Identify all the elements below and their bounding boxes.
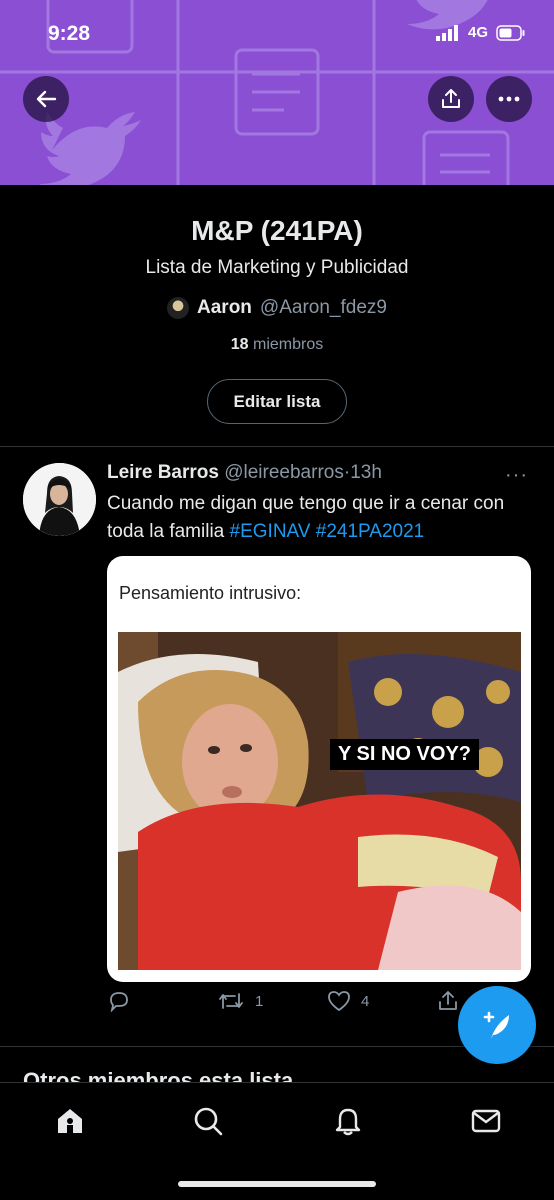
header-divider — [0, 446, 554, 447]
search-icon — [194, 1107, 223, 1136]
retweet-count: 1 — [255, 992, 264, 1010]
home-indicator[interactable] — [178, 1181, 376, 1187]
hashtag-link[interactable]: #241PA2021 — [316, 521, 424, 542]
share-button[interactable] — [428, 76, 474, 122]
section-peek-text: Otros miembros esta lista — [23, 1068, 294, 1082]
status-bar: 9:28 4G — [0, 0, 554, 70]
more-icon — [498, 96, 520, 102]
owner-avatar[interactable] — [167, 297, 190, 319]
like-icon — [328, 991, 350, 1012]
more-options-button[interactable] — [486, 76, 532, 122]
list-description: Lista de Marketing y Publicidad — [145, 257, 409, 278]
nav-search[interactable] — [188, 1101, 228, 1141]
tweet-media[interactable]: Pensamiento intrusivo: Y SI NO VOY? — [107, 556, 531, 982]
tweet-author-avatar[interactable] — [23, 463, 96, 536]
reply-icon — [110, 992, 128, 1012]
tweet-text: Cuando me digan que tengo que ir a cenar… — [107, 490, 527, 546]
compose-tweet-button[interactable] — [458, 986, 536, 1064]
tweet-more-button[interactable]: ··· — [505, 464, 528, 487]
meme-illustration — [118, 632, 521, 970]
battery-icon — [496, 24, 525, 41]
tweet-author-handle[interactable]: @leireebarros — [224, 462, 344, 483]
reply-button[interactable] — [107, 990, 141, 1012]
list-title: M&P (241PA) — [191, 215, 363, 246]
notifications-icon — [335, 1108, 361, 1136]
share-icon — [439, 991, 457, 1010]
signal-icon — [435, 24, 458, 41]
list-header: M&P (241PA) Lista de Marketing y Publici… — [0, 185, 554, 447]
nav-home[interactable] — [50, 1101, 90, 1141]
owner-name[interactable]: Aaron — [197, 297, 252, 319]
list-owner[interactable]: Aaron @Aaron_fdez9 — [0, 297, 554, 319]
edit-list-button[interactable]: Editar lista — [207, 379, 347, 424]
tweet-time[interactable]: 13h — [350, 462, 382, 483]
retweet-icon — [219, 993, 243, 1009]
back-arrow-icon — [36, 90, 57, 108]
tweet-header: Leire Barros @leireebarros·13h — [107, 462, 382, 484]
members-link[interactable]: 18 miembros — [0, 336, 554, 354]
messages-icon — [471, 1109, 501, 1133]
share-icon — [442, 89, 460, 108]
status-indicators: 4G — [435, 24, 526, 41]
members-label: miembros — [253, 336, 324, 353]
compose-feather-icon — [483, 1011, 509, 1039]
nav-notifications[interactable] — [328, 1101, 368, 1141]
meme-overlay-text: Y SI NO VOY? — [330, 739, 479, 770]
tweet-author-name[interactable]: Leire Barros — [107, 462, 219, 483]
network-label: 4G — [467, 24, 488, 41]
owner-handle[interactable]: @Aaron_fdez9 — [260, 297, 387, 319]
nav-messages[interactable] — [466, 1101, 506, 1141]
retweet-button[interactable]: 1 — [217, 990, 263, 1012]
home-icon — [58, 1109, 82, 1133]
avatar-portrait — [23, 463, 96, 536]
like-button[interactable]: 4 — [327, 990, 369, 1012]
back-button[interactable] — [23, 76, 69, 122]
hashtag-link[interactable]: #EGINAV — [230, 521, 311, 542]
members-count: 18 — [230, 336, 249, 353]
share-tweet-button[interactable] — [437, 990, 459, 1012]
status-time: 9:28 — [48, 22, 91, 45]
tweet[interactable]: Leire Barros @leireebarros·13h ··· Cuand… — [0, 448, 554, 1046]
like-count: 4 — [361, 992, 370, 1010]
media-caption: Pensamiento intrusivo: — [119, 583, 302, 603]
meme-image: Y SI NO VOY? — [118, 632, 521, 970]
